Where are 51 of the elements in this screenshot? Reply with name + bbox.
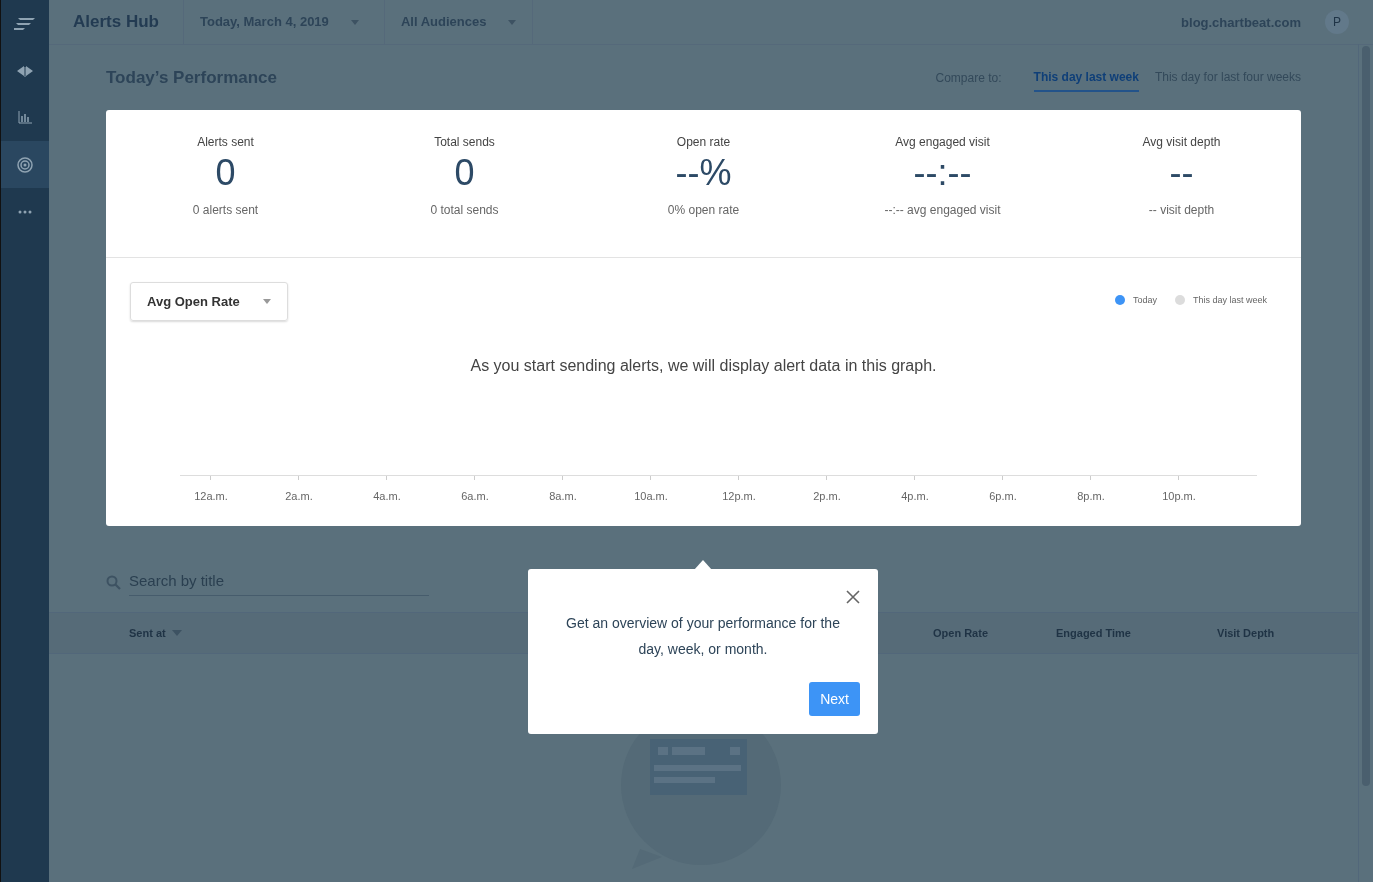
empty-graph-message: As you start sending alerts, we will display alert data in this graph. <box>469 357 938 375</box>
avatar[interactable]: P <box>1325 10 1349 34</box>
logo-icon <box>14 16 36 31</box>
stat-label: Avg engaged visit <box>895 135 990 149</box>
stat-caption: --:-- avg engaged visit <box>884 203 1001 217</box>
stat-value: --:-- <box>913 151 972 195</box>
stat-value: --% <box>675 151 732 195</box>
next-button[interactable]: Next <box>809 682 860 716</box>
target-icon <box>17 156 33 173</box>
axis-label: 10a.m. <box>633 490 669 502</box>
axis-label: 6a.m. <box>460 490 490 502</box>
caret-icon <box>350 19 359 25</box>
axis-label: 12a.m. <box>193 490 229 502</box>
stat-value: 0 <box>215 151 236 195</box>
stat-label: Open rate <box>676 135 731 149</box>
close-icon[interactable] <box>846 590 860 604</box>
axis-label: 4p.m. <box>900 490 930 502</box>
legend-label: This day last week <box>1192 295 1267 305</box>
stat-caption: 0 alerts sent <box>192 203 259 217</box>
stat-caption: -- visit depth <box>1148 203 1215 217</box>
column-header[interactable]: Open Rate <box>933 627 988 639</box>
axis-label: 8p.m. <box>1076 490 1106 502</box>
stat-value: 0 <box>454 151 475 195</box>
stat-caption: 0% open rate <box>667 203 740 217</box>
stat-label: Avg visit depth <box>1142 135 1221 149</box>
column-header[interactable]: Sent at <box>129 627 182 639</box>
legend-label: Today <box>1132 295 1157 305</box>
sidebar-item[interactable] <box>1 141 49 188</box>
tooltip-text: Get an overview of your performance for the day, week, or month. <box>565 614 841 659</box>
more-icon <box>18 209 32 214</box>
search-icon <box>106 574 121 590</box>
stat-caption: 0 total sends <box>430 203 499 217</box>
stat-label: Total sends <box>434 135 495 149</box>
metric-dropdown[interactable]: Avg Open Rate <box>130 282 288 321</box>
caret-icon <box>263 299 271 304</box>
stat-value: -- <box>1169 151 1194 195</box>
axis-label: 2p.m. <box>812 490 842 502</box>
compare-tab[interactable]: This day last week <box>1033 63 1139 92</box>
stat-label: Alerts sent <box>197 135 254 149</box>
caret-icon <box>508 19 517 25</box>
bar-chart-icon <box>18 111 32 124</box>
axis-label: 6p.m. <box>988 490 1018 502</box>
column-header[interactable]: Engaged Time <box>1056 627 1131 639</box>
axis-label: 8a.m. <box>548 490 578 502</box>
axis-label: 2a.m. <box>284 490 314 502</box>
app-title: Alerts Hub <box>49 0 184 44</box>
axis-label: 10p.m. <box>1161 490 1197 502</box>
column-header[interactable]: Visit Depth <box>1217 627 1275 639</box>
axis-label: 12p.m. <box>721 490 757 502</box>
megaphone-icon <box>16 64 34 77</box>
axis-label: 4a.m. <box>372 490 402 502</box>
